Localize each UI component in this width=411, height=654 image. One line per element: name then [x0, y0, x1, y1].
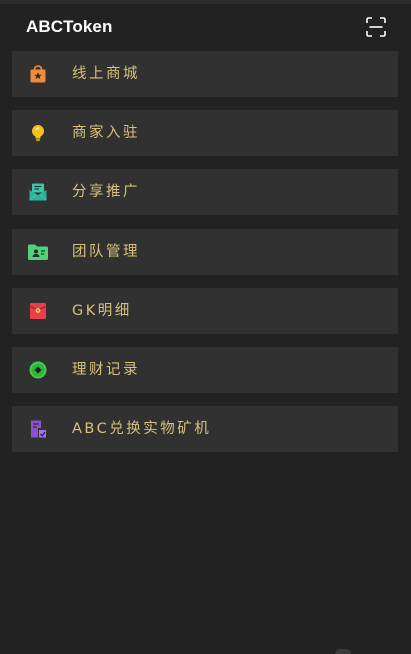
menu-item-label: 分享推广 [72, 184, 140, 201]
coin-icon [26, 358, 50, 382]
menu-item-abc-exchange-miner[interactable]: ABC兑换实物矿机 [12, 406, 398, 453]
menu-item-gk-details[interactable]: GK明细 [12, 287, 398, 334]
menu-item-merchant-join[interactable]: 商家入驻 [12, 110, 398, 157]
scan-icon[interactable] [365, 16, 387, 38]
exchange-document-icon [26, 417, 50, 441]
menu-item-label: 商家入驻 [72, 125, 140, 142]
menu-item-label: GK明细 [72, 302, 132, 319]
menu-item-label: 线上商城 [72, 66, 140, 82]
menu-item-label: ABC兑换实物矿机 [72, 421, 212, 438]
red-envelope-icon [26, 299, 50, 323]
menu-item-team-management[interactable]: 团队管理 [12, 228, 398, 275]
menu-item-label: 理财记录 [72, 361, 140, 378]
lightbulb-icon [26, 121, 50, 145]
shopping-bag-icon [26, 62, 50, 86]
menu-item-label: 团队管理 [72, 243, 140, 260]
bottom-decoration [335, 649, 351, 654]
share-envelope-icon [26, 180, 50, 204]
header: ABCToken [0, 4, 411, 50]
menu-item-online-mall[interactable]: 线上商城 [12, 51, 398, 97]
app-screen: ABCToken 线上商城 商家入驻 分享推广 团队管理 GK明细 理财记录 A… [0, 0, 411, 654]
menu-item-share-promote[interactable]: 分享推广 [12, 169, 398, 216]
menu-item-finance-records[interactable]: 理财记录 [12, 346, 398, 393]
app-title: ABCToken [26, 17, 113, 36]
team-folder-icon [26, 240, 50, 264]
menu-list: 线上商城 商家入驻 分享推广 团队管理 GK明细 理财记录 ABC兑换实物矿机 [12, 51, 398, 465]
